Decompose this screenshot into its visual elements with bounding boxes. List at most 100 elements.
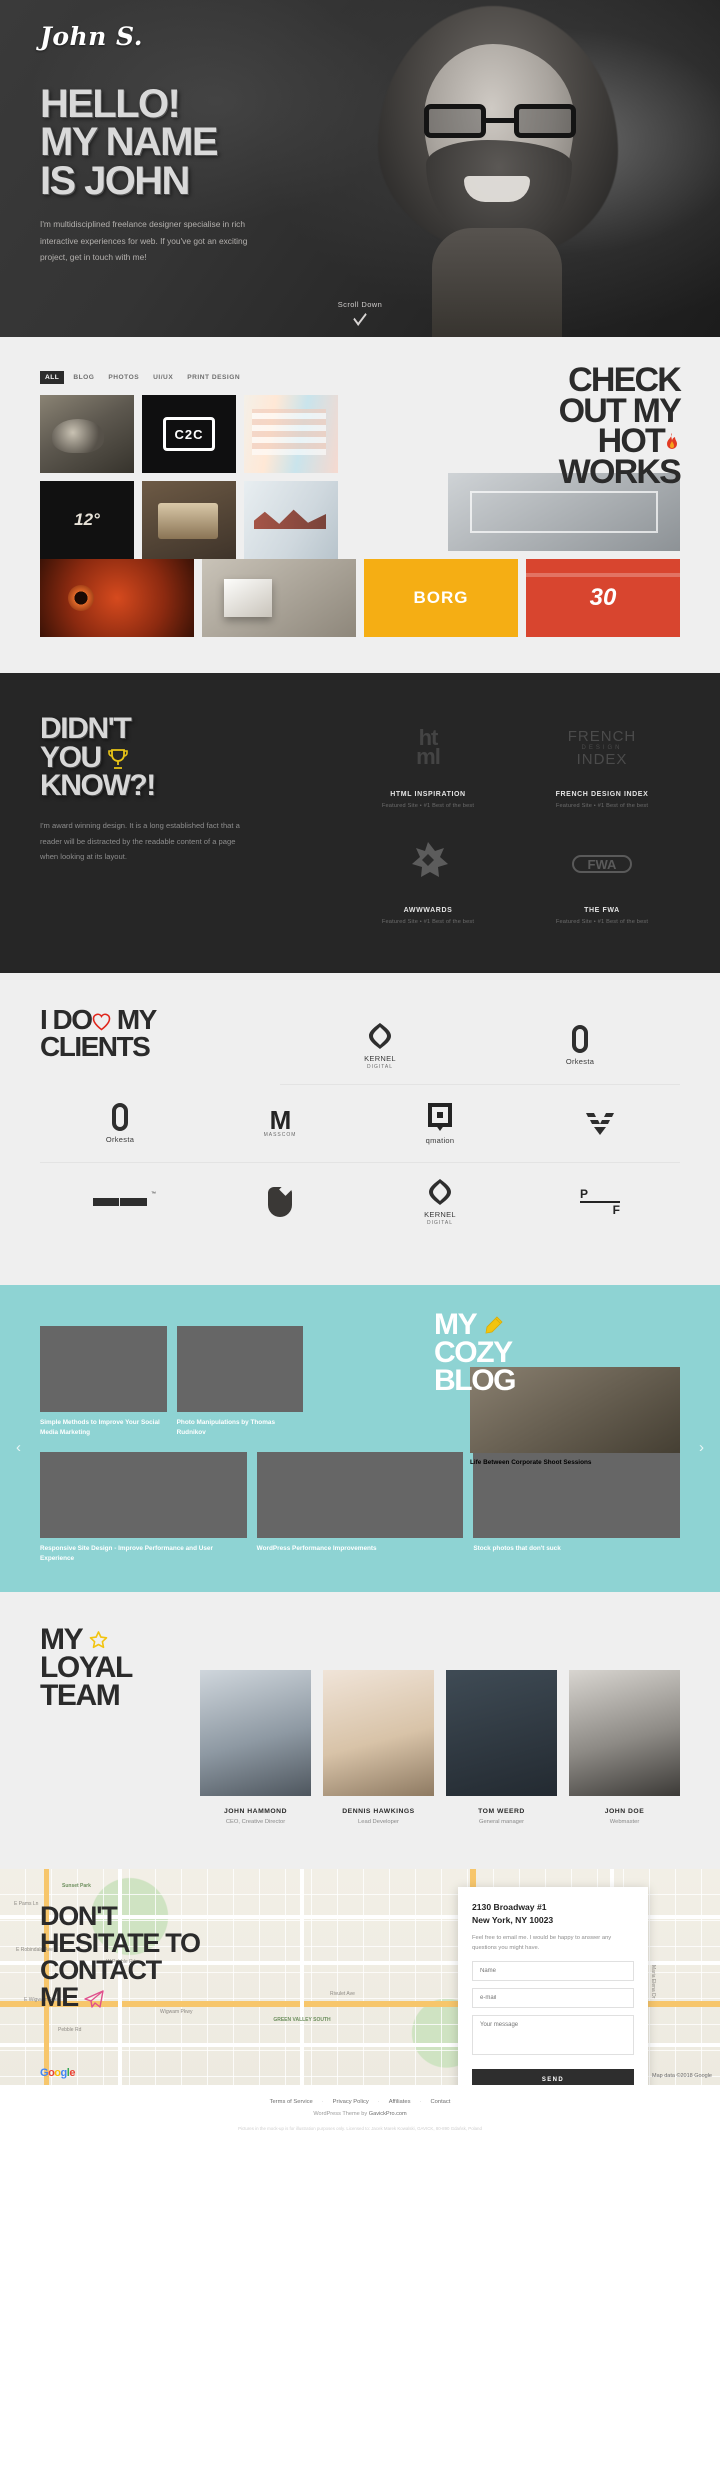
footer-link-terms[interactable]: Terms of Service: [270, 2099, 313, 2105]
team-grid: JOHN HAMMOND CEO, Creative Director DENN…: [200, 1670, 680, 1825]
team-member-card[interactable]: JOHN HAMMOND CEO, Creative Director: [200, 1670, 311, 1825]
portfolio-grid-row-3: BORG 30: [40, 559, 680, 638]
client-logo-qmation[interactable]: qmation: [360, 1085, 520, 1164]
portfolio-heading-line-1: CHECK: [568, 361, 682, 399]
team-member-role: Webmaster: [609, 1819, 640, 1826]
blog-thumbnail: [176, 1326, 304, 1413]
client-logo-grid-top: KERNEL DIGITAL Orkesta: [280, 1007, 680, 1086]
award-awwwards[interactable]: AWWWARDS Featured Site • #1 Best of the …: [350, 835, 506, 925]
hero-section: John S. HELLO! MY NAME IS JOHN I'm multi…: [0, 0, 720, 337]
scroll-down-button[interactable]: Scroll Down: [0, 300, 720, 326]
blog-grid-row-1: Simple Methods to Improve Your Social Me…: [40, 1326, 440, 1438]
blog-post-card[interactable]: WordPress Performance Improvements: [256, 1452, 464, 1564]
award-name: AWWWARDS: [403, 907, 453, 915]
team-member-card[interactable]: TOM WEERD General manager: [446, 1670, 557, 1825]
svg-text:FWA: FWA: [588, 857, 617, 872]
team-member-card[interactable]: DENNIS HAWKINGS Lead Developer: [323, 1670, 434, 1825]
filter-photos[interactable]: PHOTOS: [103, 371, 144, 384]
award-the-fwa[interactable]: FWA THE FWA Featured Site • #1 Best of t…: [524, 835, 680, 925]
team-heading-line-1: MY: [40, 1624, 260, 1654]
contact-heading-line-3: CONTACT: [40, 1955, 162, 1986]
chevron-v-icon: [585, 1111, 615, 1137]
hero-content: John S. HELLO! MY NAME IS JOHN I'm multi…: [40, 22, 370, 265]
blog-post-card[interactable]: Responsive Site Design - Improve Perform…: [40, 1452, 247, 1564]
blog-post-card[interactable]: Stock photos that don't suck: [473, 1452, 680, 1564]
portfolio-grid-row-1: C2C: [40, 395, 440, 474]
trophy-icon: [107, 747, 128, 769]
heart-icon: [92, 1009, 111, 1031]
portfolio-tile-motorcycle[interactable]: [40, 395, 134, 474]
blog-next-arrow[interactable]: ›: [699, 1439, 704, 1456]
filter-uiux[interactable]: UI/UX: [148, 371, 178, 384]
hero-heading-line-1: HELLO!: [40, 82, 181, 126]
contact-heading-line-4: ME: [40, 1984, 330, 2011]
footer-link-affiliates[interactable]: Affiliates: [389, 2099, 411, 2105]
client-logo-shield[interactable]: [200, 1163, 360, 1241]
email-input[interactable]: [472, 1988, 634, 2008]
filter-print-design[interactable]: PRINT DESIGN: [182, 371, 245, 384]
client-logo-kernel-2[interactable]: KERNEL DIGITAL: [360, 1163, 520, 1241]
client-logo-kernel-1[interactable]: KERNEL DIGITAL: [280, 1007, 480, 1086]
team-member-photo: [323, 1670, 434, 1797]
client-logo-masscom[interactable]: M MASSCOM: [200, 1085, 360, 1164]
map-label: E Pams Ln: [14, 1901, 39, 1908]
pf-icon: P F: [580, 1186, 620, 1218]
blog-heading-line-3: BLOG: [434, 1363, 516, 1397]
address-line-2: New York, NY 10023: [472, 1914, 554, 1925]
map-label: Sunset Park: [62, 1883, 91, 1890]
blog-prev-arrow[interactable]: ‹: [16, 1439, 21, 1456]
team-member-role: Lead Developer: [358, 1819, 399, 1826]
team-member-name: TOM WEERD: [478, 1808, 525, 1816]
blog-post-title: Simple Methods to Improve Your Social Me…: [40, 1419, 160, 1437]
team-section: MY LOYAL TEAM JOHN HAMMOND CEO, Creative…: [0, 1591, 720, 1870]
blog-post-card[interactable]: Simple Methods to Improve Your Social Me…: [40, 1326, 167, 1438]
portfolio-tile-borg[interactable]: BORG: [364, 559, 518, 638]
filter-blog[interactable]: BLOG: [68, 371, 99, 384]
portfolio-tile-desk[interactable]: [142, 481, 236, 560]
footer-link-contact[interactable]: Contact: [430, 2099, 450, 2105]
send-button[interactable]: SEND: [472, 2069, 634, 2086]
client-logo-orkesta-2[interactable]: Orkesta: [40, 1085, 200, 1164]
client-logo-bar[interactable]: [40, 1163, 200, 1241]
portfolio-tile-twelve[interactable]: 12°: [40, 481, 134, 560]
team-member-photo: [200, 1670, 311, 1797]
contact-heading-line-1: DON'T: [40, 1901, 118, 1932]
portfolio-tile-pastel-layout[interactable]: [244, 395, 338, 474]
contact-section: Sunset Park E Pams Ln E Robindale Ave E …: [0, 1869, 720, 2086]
name-input[interactable]: [472, 1961, 634, 1981]
filter-all[interactable]: ALL: [40, 371, 65, 384]
team-member-name: DENNIS HAWKINGS: [342, 1808, 415, 1816]
client-logo-chevron-v[interactable]: [520, 1085, 680, 1164]
hero-heading-line-3: IS JOHN: [40, 158, 190, 203]
award-html-inspiration[interactable]: ht ml HTML INSPIRATION Featured Site • #…: [350, 719, 506, 809]
footer-link-privacy[interactable]: Privacy Policy: [333, 2099, 369, 2105]
blog-post-card[interactable]: Photo Manipulations by Thomas Rudnikov: [176, 1326, 304, 1438]
bar-logo-icon: [93, 1191, 156, 1207]
portfolio-tile-white-box[interactable]: [202, 559, 356, 638]
footer-link-gavickpro[interactable]: GavickPro.com: [369, 2111, 407, 2117]
paper-plane-icon: [84, 1986, 104, 2009]
award-french-design-index[interactable]: FRENCH DESIGN INDEX FRENCH DESIGN INDEX …: [524, 719, 680, 809]
portfolio-tile-thirty[interactable]: 30: [526, 559, 680, 638]
portfolio-tile-c2c[interactable]: C2C: [142, 395, 236, 474]
portfolio-tile-script-lettering[interactable]: [244, 481, 338, 560]
portfolio-heading-line-4: WORKS: [558, 452, 682, 491]
clients-heading-line-1: I DO MY: [40, 1004, 157, 1036]
portfolio-tile-eye[interactable]: [40, 559, 194, 638]
blog-thumbnail: [256, 1452, 464, 1538]
blog-heading-line-2: COZY: [434, 1335, 513, 1369]
team-member-card[interactable]: JOHN DOE Webmaster: [569, 1670, 680, 1825]
awards-heading-line-3: KNOW?!: [40, 768, 156, 802]
footer: Terms of Service · Privacy Policy · Affi…: [0, 2085, 720, 2148]
message-input[interactable]: [472, 2015, 634, 2055]
awards-heading-line-1: DIDN'T: [40, 712, 132, 746]
award-subtitle: Featured Site • #1 Best of the best: [555, 919, 649, 926]
contact-form-card: 2130 Broadway #1 New York, NY 10023 Feel…: [458, 1887, 648, 2086]
client-logo-pf[interactable]: P F: [520, 1163, 680, 1241]
client-logo-orkesta-1[interactable]: Orkesta: [480, 1007, 680, 1086]
portfolio-heading: CHECK OUT MY HOT WORKS: [390, 361, 682, 491]
portfolio-section: ALL BLOG PHOTOS UI/UX PRINT DESIGN CHECK…: [0, 337, 720, 674]
team-member-role: CEO, Creative Director: [225, 1819, 286, 1826]
brand-logo[interactable]: John S.: [40, 22, 370, 51]
award-name: THE FWA: [584, 907, 620, 915]
